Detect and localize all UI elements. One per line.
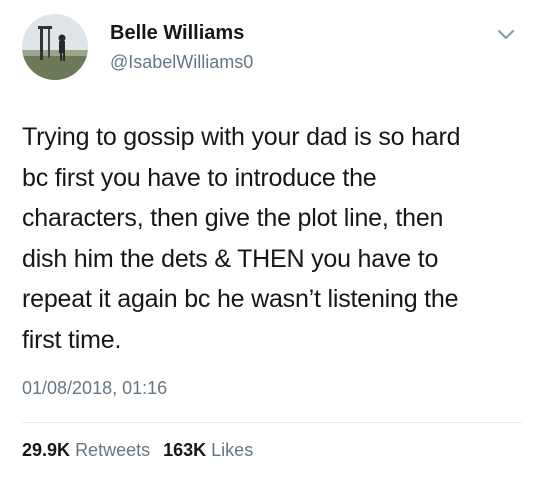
retweets-label: Retweets: [75, 440, 151, 460]
author-handle[interactable]: @IsabelWilliams0: [110, 52, 253, 73]
retweets-count: 29.9K: [22, 440, 71, 460]
likes-stat[interactable]: 163K Likes: [163, 440, 253, 460]
tweet-stats: 29.9K Retweets 163K Likes: [22, 440, 261, 461]
tweet-card: Belle Williams @IsabelWilliams0 Trying t…: [0, 0, 540, 478]
avatar-photo: [22, 14, 88, 80]
likes-count: 163K: [163, 440, 207, 460]
divider: [22, 422, 522, 423]
likes-label: Likes: [211, 440, 254, 460]
author-name[interactable]: Belle Williams: [110, 22, 244, 45]
tweet-text-line: repeat it again bc he wasn’t listening t…: [22, 285, 459, 313]
tweet-text-line: bc first you have to introduce the: [22, 163, 377, 192]
tweet-timestamp[interactable]: 01/08/2018, 01:16: [22, 378, 167, 399]
chevron-down-icon[interactable]: [496, 28, 516, 42]
retweets-stat[interactable]: 29.9K Retweets: [22, 440, 150, 460]
avatar[interactable]: [22, 14, 88, 80]
tweet-text-line: Trying to gossip with your dad is so har…: [22, 123, 461, 151]
tweet-text-line: dish him the dets & THEN you have to: [22, 244, 439, 273]
tweet-text-line: characters, then give the plot line, the…: [22, 204, 444, 232]
tweet-text-line: first time.: [22, 325, 122, 354]
tweet-text: Trying to gossip with your dad is so har…: [22, 117, 522, 360]
